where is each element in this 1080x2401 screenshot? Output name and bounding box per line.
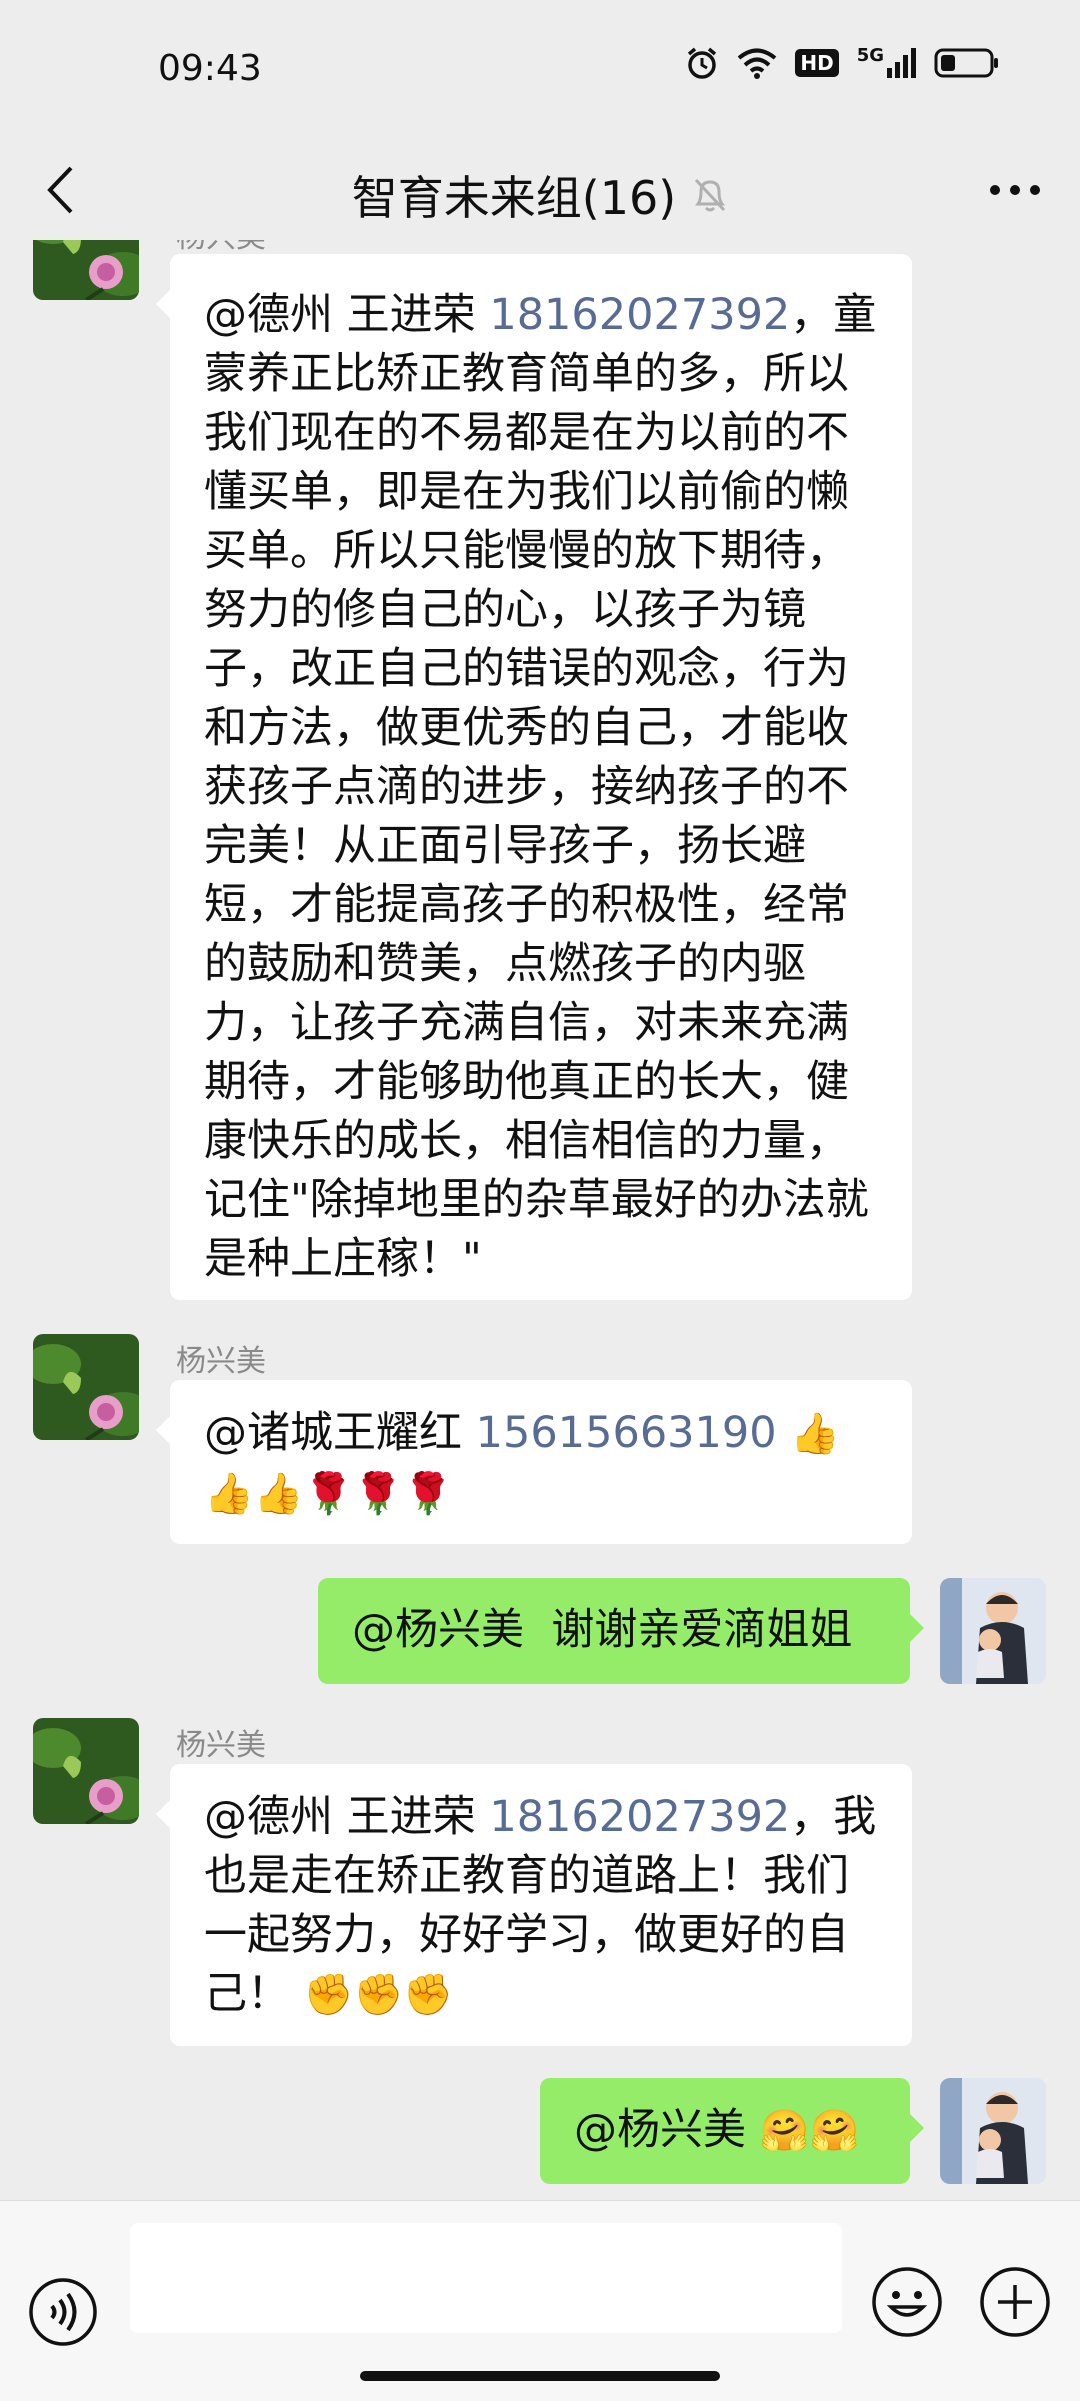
phone-link[interactable]: 18162027392 — [489, 290, 790, 340]
sender-name: 杨兴美 — [176, 1728, 266, 1763]
emoji-text: ✊✊✊ — [303, 1972, 454, 2018]
chat-header: 智育未来组(16) — [0, 140, 1080, 240]
alarm-icon — [688, 47, 717, 79]
message-text: ，童蒙养正比矫正教育简单的多，所以我们现在的不易都是在为以前的不懂买单，即是在为… — [204, 290, 877, 1284]
lotus-avatar-icon — [33, 1334, 139, 1440]
wifi-icon — [738, 48, 777, 79]
status-time: 09:43 — [158, 48, 262, 89]
avatar[interactable] — [33, 1334, 139, 1440]
bell-off-icon — [695, 178, 726, 212]
message-bubble[interactable]: @诸城王耀红 15615663190 👍👍👍🌹🌹🌹 — [156, 1380, 912, 1544]
plus-button[interactable] — [978, 2265, 1052, 2339]
hd-badge: HD — [795, 49, 839, 77]
plus-icon — [980, 2267, 1050, 2337]
child-photo-avatar-icon — [940, 1578, 1046, 1684]
emoji-text: 🤗🤗 — [759, 2108, 860, 2154]
message-bubble-outgoing[interactable]: @杨兴美 🤗🤗 — [540, 2078, 924, 2184]
lotus-avatar-icon — [33, 240, 139, 300]
voice-icon — [29, 2278, 97, 2346]
child-photo-avatar-icon — [940, 2078, 1046, 2184]
message-list[interactable]: 杨兴美 @德州 王进荣 18162027392，童蒙养正比矫正教育简单的多，所以… — [0, 240, 1080, 2200]
my-avatar[interactable] — [940, 2078, 1046, 2184]
mention-text[interactable]: @诸城王耀红 — [204, 1408, 462, 1458]
more-dots-icon — [990, 185, 1040, 195]
cellular-signal-icon: 5G — [856, 45, 916, 78]
chat-title: 智育未来组(16) — [351, 171, 677, 225]
my-avatar[interactable] — [940, 1578, 1046, 1684]
mention-text[interactable]: @德州 王进荣 — [204, 1792, 476, 1842]
home-indicator — [360, 2371, 720, 2381]
phone-link[interactable]: 15615663190 — [476, 1408, 777, 1458]
message-text: @杨兴美 — [574, 2105, 760, 2155]
message-bubble[interactable]: @德州 王进荣 18162027392，童蒙养正比矫正教育简单的多，所以我们现在… — [156, 254, 912, 1300]
emoji-button[interactable] — [870, 2265, 944, 2339]
avatar[interactable] — [33, 240, 139, 300]
chat-title-wrap: 智育未来组(16) — [0, 162, 1080, 228]
avatar[interactable] — [33, 1718, 139, 1824]
message-bubble[interactable]: @德州 王进荣 18162027392，我也是走在矫正教育的道路上！我们一起努力… — [156, 1764, 912, 2046]
more-button[interactable] — [980, 160, 1050, 220]
status-icons: HD 5G — [685, 45, 1000, 80]
lotus-avatar-icon — [33, 1718, 139, 1824]
mention-text[interactable]: @德州 王进荣 — [204, 290, 476, 340]
emoji-face-icon — [872, 2267, 942, 2337]
phone-link[interactable]: 18162027392 — [489, 1792, 790, 1842]
message-text: @杨兴美 谢谢亲爱滴姐姐 — [352, 1605, 853, 1655]
battery-icon — [934, 48, 998, 78]
message-input[interactable] — [130, 2223, 842, 2333]
message-bubble-outgoing[interactable]: @杨兴美 谢谢亲爱滴姐姐 — [318, 1578, 924, 1684]
network-type-label: 5G — [856, 45, 884, 66]
input-bar — [0, 2200, 1080, 2401]
status-bar: 09:43 HD 5G — [0, 0, 1080, 140]
voice-button[interactable] — [28, 2277, 98, 2347]
sender-name: 杨兴美 — [176, 1344, 266, 1379]
